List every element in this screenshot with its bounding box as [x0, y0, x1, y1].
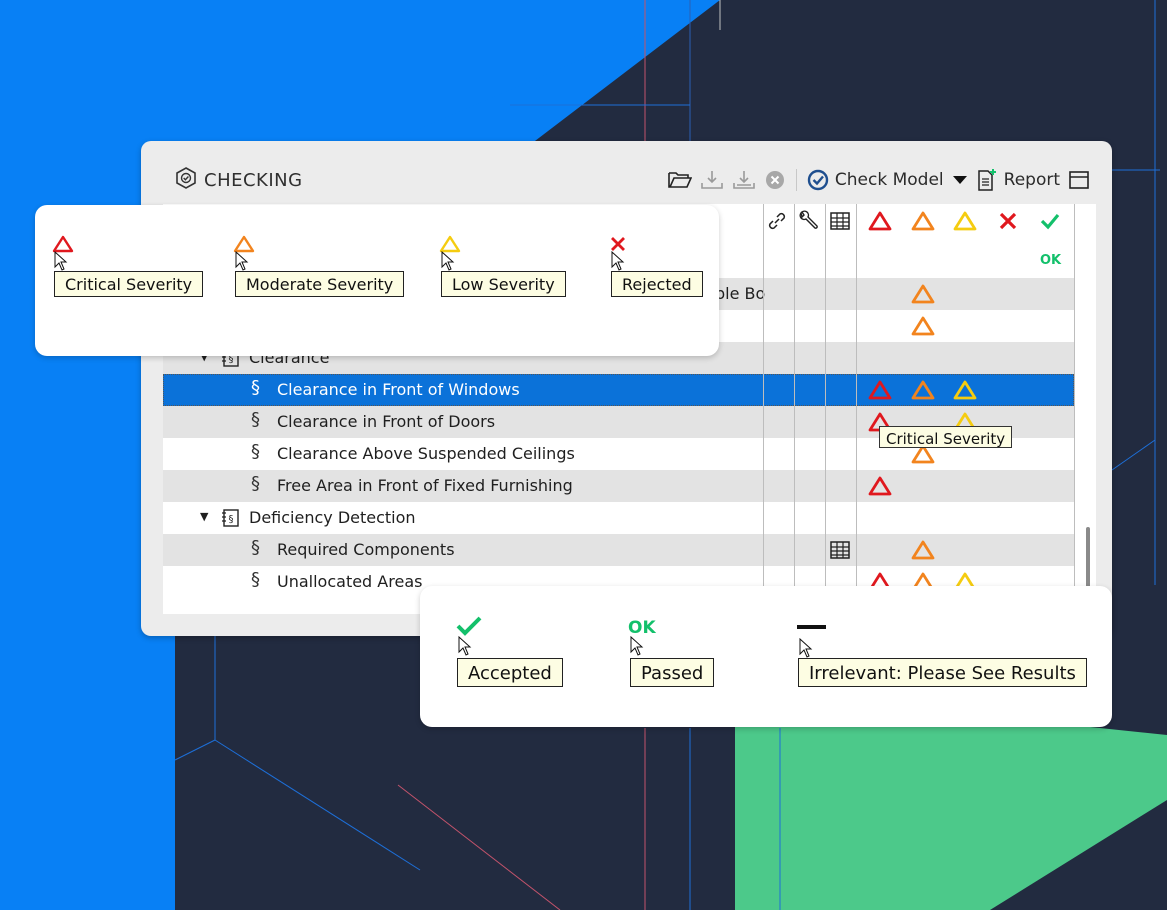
check-model-button[interactable]: Check Model — [807, 169, 944, 191]
low-triangle-icon — [953, 379, 977, 405]
moderate-triangle-icon — [911, 539, 935, 565]
column-divider — [856, 204, 857, 614]
section-icon: § — [251, 377, 260, 398]
panel-title: CHECKING — [175, 166, 303, 194]
section-icon: § — [251, 537, 260, 558]
moderate-triangle-icon — [911, 283, 935, 309]
panel-titlebar: CHECKING Check Model Report — [141, 141, 1112, 213]
critical-column-icon[interactable] — [868, 210, 892, 236]
row-label: Unallocated Areas — [277, 572, 423, 591]
legend-label: Critical Severity — [54, 271, 204, 297]
legend-label: Moderate Severity — [235, 271, 405, 297]
tree-row-folder-deficiency[interactable]: ▼ § Deficiency Detection — [163, 502, 1074, 534]
section-icon: § — [251, 473, 260, 494]
status-legend-card: Accepted OK Passed Irrelevant: Please Se… — [420, 586, 1112, 727]
ok-icon: OK — [1040, 253, 1062, 268]
column-divider — [763, 204, 764, 614]
rejected-column-icon[interactable] — [997, 210, 1019, 236]
expand-caret-icon[interactable]: ▼ — [200, 510, 208, 523]
report-label: Report — [1003, 170, 1060, 190]
table-icon[interactable] — [829, 539, 851, 565]
table-column-icon[interactable] — [829, 210, 851, 236]
column-divider — [794, 204, 795, 614]
check-model-label: Check Model — [834, 170, 944, 190]
accepted-check-icon — [456, 616, 482, 636]
legend-label: Accepted — [457, 658, 563, 687]
critical-triangle-icon — [868, 379, 892, 405]
legend-label: Irrelevant: Please See Results — [798, 658, 1087, 687]
accepted-column-icon[interactable] — [1039, 210, 1061, 236]
rule-folder-icon: § — [221, 508, 241, 532]
row-label: Deficiency Detection — [249, 508, 416, 527]
legend-label: Rejected — [611, 271, 703, 297]
link-column-icon[interactable] — [766, 210, 788, 236]
section-icon: § — [251, 409, 260, 430]
report-icon — [977, 169, 996, 191]
dash-icon — [797, 625, 826, 629]
low-column-icon[interactable] — [953, 210, 977, 236]
severity-legend-card: Critical Severity Moderate Severity Low … — [35, 205, 719, 356]
cancel-icon[interactable] — [764, 166, 786, 194]
tree-row-selected[interactable]: § Clearance in Front of Windows — [163, 374, 1074, 406]
toolbar-separator — [795, 169, 797, 191]
toolbar: Check Model Report — [668, 166, 1090, 194]
download-all-icon[interactable] — [732, 166, 756, 194]
moderate-triangle-icon — [911, 379, 935, 405]
row-label: Clearance in Front of Doors — [277, 412, 496, 431]
download-icon[interactable] — [700, 166, 724, 194]
panel-title-text: CHECKING — [204, 169, 303, 191]
legend-label: Passed — [630, 658, 715, 687]
column-divider — [825, 204, 826, 614]
report-button[interactable]: Report — [976, 168, 1060, 192]
moderate-column-icon[interactable] — [911, 210, 935, 236]
section-icon: § — [251, 569, 260, 590]
check-model-icon — [807, 169, 829, 191]
window-toggle-icon[interactable] — [1068, 166, 1090, 194]
legend-label: Low Severity — [441, 271, 566, 297]
wrench-column-icon[interactable] — [797, 210, 819, 236]
open-folder-icon[interactable] — [668, 166, 692, 194]
row-label: Clearance Above Suspended Ceilings — [277, 444, 575, 463]
column-divider — [1074, 204, 1075, 614]
tree-row[interactable]: § Required Components — [163, 534, 1074, 566]
moderate-triangle-icon — [911, 315, 935, 341]
row-label: ble Bo — [715, 284, 766, 303]
row-label: Clearance in Front of Windows — [277, 380, 520, 399]
svg-text:§: § — [229, 514, 234, 525]
row-label: Free Area in Front of Fixed Furnishing — [277, 476, 573, 495]
section-icon: § — [251, 441, 260, 462]
ok-icon: OK — [628, 618, 656, 638]
critical-triangle-icon — [868, 475, 892, 501]
checking-icon — [175, 166, 197, 194]
row-label: Required Components — [277, 540, 455, 559]
tree-row[interactable]: § Free Area in Front of Fixed Furnishing — [163, 470, 1074, 502]
severity-tooltip: Critical Severity — [879, 426, 1013, 448]
check-model-dropdown-icon[interactable] — [952, 166, 968, 194]
